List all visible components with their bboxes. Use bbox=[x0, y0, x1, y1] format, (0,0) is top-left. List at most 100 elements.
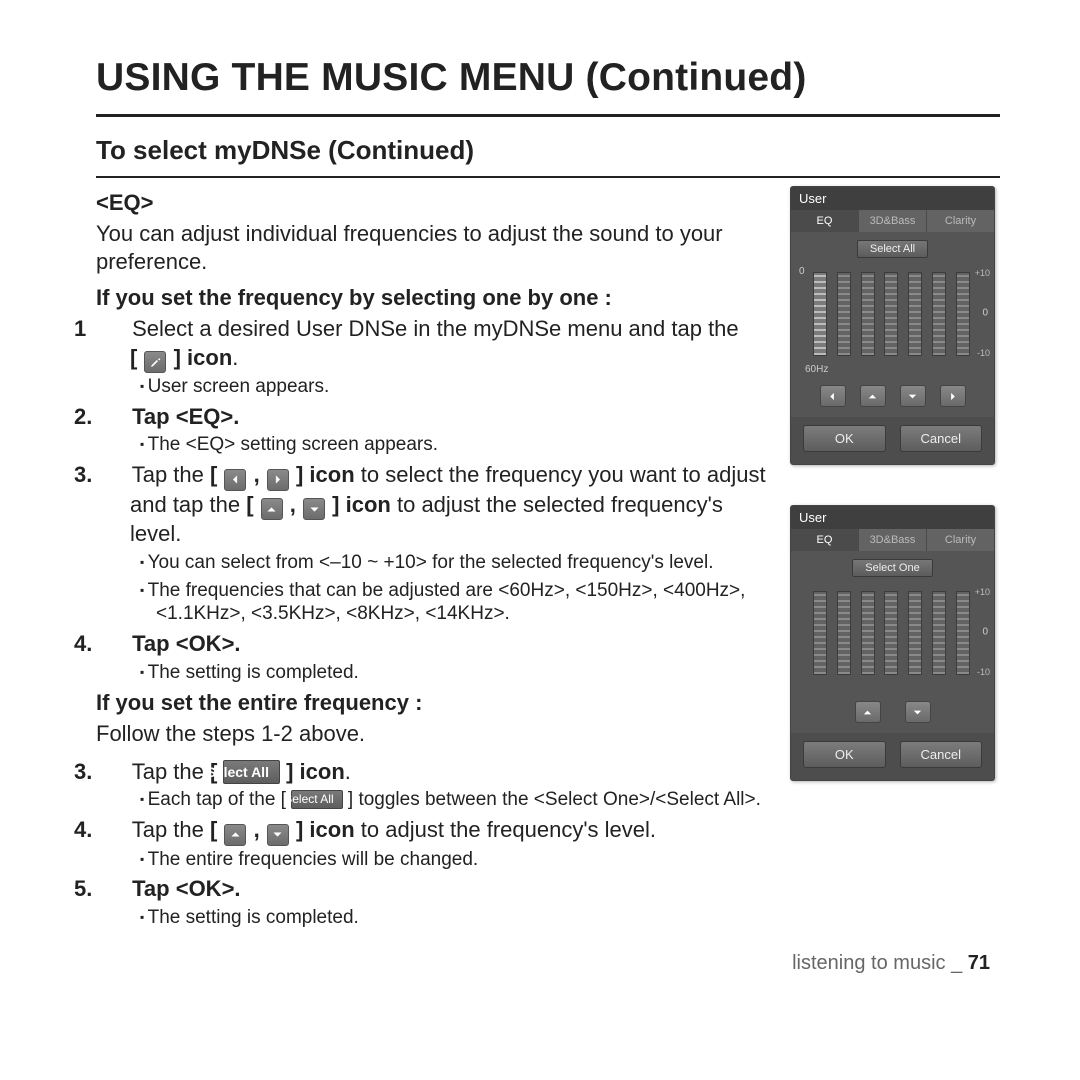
eq-band[interactable] bbox=[861, 591, 875, 675]
eq-sliders[interactable]: +10 0 -10 bbox=[791, 583, 994, 681]
step-text: Tap the bbox=[132, 759, 210, 784]
ok-button[interactable]: OK bbox=[803, 741, 886, 768]
eq-band[interactable] bbox=[932, 272, 946, 356]
bracket: ] bbox=[286, 759, 293, 784]
sub-text: ] toggles between the <Select One>/<Sele… bbox=[348, 789, 761, 810]
step-a2: 2. Tap <EQ>. bbox=[130, 403, 778, 432]
select-one-button[interactable]: Select One bbox=[852, 559, 932, 577]
chevron-down-icon bbox=[303, 498, 325, 520]
chevron-right-icon bbox=[267, 469, 289, 491]
bracket: ] bbox=[174, 345, 181, 370]
cancel-button[interactable]: Cancel bbox=[900, 741, 983, 768]
device-screenshot-1: User EQ 3D&Bass Clarity Select All 0 +10… bbox=[790, 186, 995, 465]
step-text: Tap <OK>. bbox=[132, 631, 240, 656]
chevron-up-icon bbox=[224, 824, 246, 846]
step-number: 1 bbox=[102, 315, 126, 344]
eq-band[interactable] bbox=[956, 591, 970, 675]
step-number: 3. bbox=[102, 461, 126, 490]
eq-band[interactable] bbox=[884, 272, 898, 356]
tab-clarity[interactable]: Clarity bbox=[927, 210, 994, 232]
chevron-up-icon bbox=[261, 498, 283, 520]
device-title: User bbox=[791, 506, 994, 529]
comma: , bbox=[254, 462, 260, 487]
tab-clarity[interactable]: Clarity bbox=[927, 529, 994, 551]
device-tabs: EQ 3D&Bass Clarity bbox=[791, 529, 994, 551]
ok-button[interactable]: OK bbox=[803, 425, 886, 452]
branch-b-heading: If you set the entire frequency : bbox=[96, 690, 778, 716]
sub-b3: Each tap of the [ Select All ] toggles b… bbox=[156, 788, 778, 812]
sub-a3-1: You can select from <–10 ~ +10> for the … bbox=[156, 551, 778, 575]
eq-freq-label: 60Hz bbox=[791, 362, 994, 379]
arrow-down-button[interactable] bbox=[905, 701, 931, 723]
tab-eq[interactable]: EQ bbox=[791, 210, 859, 232]
step-text: to adjust the frequency's level. bbox=[361, 817, 656, 842]
step-text: Select a desired User DNSe in the myDNSe… bbox=[132, 316, 739, 341]
eq-band[interactable] bbox=[932, 591, 946, 675]
eq-scale-label: -10 bbox=[977, 348, 990, 358]
arrow-up-button[interactable] bbox=[860, 385, 886, 407]
eq-sliders[interactable]: 0 +10 0 -10 bbox=[791, 264, 994, 362]
tab-3dbass[interactable]: 3D&Bass bbox=[859, 529, 927, 551]
section-heading: To select myDNSe (Continued) bbox=[96, 135, 1000, 178]
tab-3dbass[interactable]: 3D&Bass bbox=[859, 210, 927, 232]
device-arrow-row bbox=[791, 379, 994, 417]
select-all-chip: Select All bbox=[291, 790, 342, 809]
eq-scale-label: 0 bbox=[982, 308, 988, 319]
eq-band[interactable] bbox=[861, 272, 875, 356]
tab-eq[interactable]: EQ bbox=[791, 529, 859, 551]
eq-band[interactable] bbox=[908, 272, 922, 356]
arrow-left-button[interactable] bbox=[820, 385, 846, 407]
period: . bbox=[232, 345, 238, 370]
sub-text: Each tap of the [ bbox=[148, 789, 286, 810]
bracket: ] bbox=[332, 492, 339, 517]
select-all-button[interactable]: Select All bbox=[857, 240, 928, 258]
bracket: ] bbox=[296, 817, 303, 842]
bracket: [ bbox=[246, 492, 253, 517]
eq-scale-label: -10 bbox=[977, 667, 990, 677]
step-a4: 4. Tap <OK>. bbox=[130, 630, 778, 659]
cancel-button[interactable]: Cancel bbox=[900, 425, 983, 452]
device-screenshot-2: User EQ 3D&Bass Clarity Select One +10 0… bbox=[790, 505, 995, 781]
step-b4: 4. Tap the [ , ] icon to adjust the freq… bbox=[130, 816, 778, 846]
step-a1: 1 Select a desired User DNSe in the myDN… bbox=[130, 315, 778, 373]
device-title: User bbox=[791, 187, 994, 210]
step-text: Tap <EQ>. bbox=[132, 404, 239, 429]
eq-band[interactable] bbox=[884, 591, 898, 675]
step-number: 4. bbox=[102, 816, 126, 845]
eq-scale-label: +10 bbox=[975, 268, 990, 278]
arrow-down-button[interactable] bbox=[900, 385, 926, 407]
eq-scale-label: +10 bbox=[975, 587, 990, 597]
branch-b-follow: Follow the steps 1-2 above. bbox=[96, 720, 778, 748]
sub-b4: The entire frequencies will be changed. bbox=[156, 848, 778, 872]
sub-a2: The <EQ> setting screen appears. bbox=[156, 433, 778, 457]
bracket: [ bbox=[210, 817, 217, 842]
eq-band[interactable] bbox=[813, 272, 827, 356]
eq-scale-label: 0 bbox=[982, 627, 988, 638]
arrow-up-button[interactable] bbox=[855, 701, 881, 723]
eq-scale-label: 0 bbox=[799, 266, 805, 277]
sub-a1: User screen appears. bbox=[156, 375, 778, 399]
eq-heading: <EQ> bbox=[96, 190, 778, 216]
step-b3: 3. Tap the [ Select All ] icon. bbox=[130, 758, 778, 787]
step-number: 5. bbox=[102, 875, 126, 904]
icon-word: icon bbox=[346, 492, 391, 517]
step-a3: 3. Tap the [ , ] icon to select the freq… bbox=[130, 461, 778, 549]
step-number: 4. bbox=[102, 630, 126, 659]
step-b5: 5. Tap <OK>. bbox=[130, 875, 778, 904]
eq-band[interactable] bbox=[956, 272, 970, 356]
eq-band[interactable] bbox=[837, 591, 851, 675]
step-text: Tap <OK>. bbox=[132, 876, 240, 901]
bracket: ] bbox=[296, 462, 303, 487]
icon-word: icon bbox=[309, 817, 354, 842]
select-all-chip: Select All bbox=[223, 760, 280, 784]
eq-band[interactable] bbox=[837, 272, 851, 356]
branch-a-heading: If you set the frequency by selecting on… bbox=[96, 285, 778, 311]
device-arrow-row bbox=[791, 695, 994, 733]
comma: , bbox=[290, 492, 296, 517]
arrow-right-button[interactable] bbox=[940, 385, 966, 407]
period: . bbox=[345, 759, 351, 784]
eq-band[interactable] bbox=[813, 591, 827, 675]
eq-band[interactable] bbox=[908, 591, 922, 675]
sub-a3-2: The frequencies that can be adjusted are… bbox=[156, 579, 778, 627]
chevron-left-icon bbox=[224, 469, 246, 491]
